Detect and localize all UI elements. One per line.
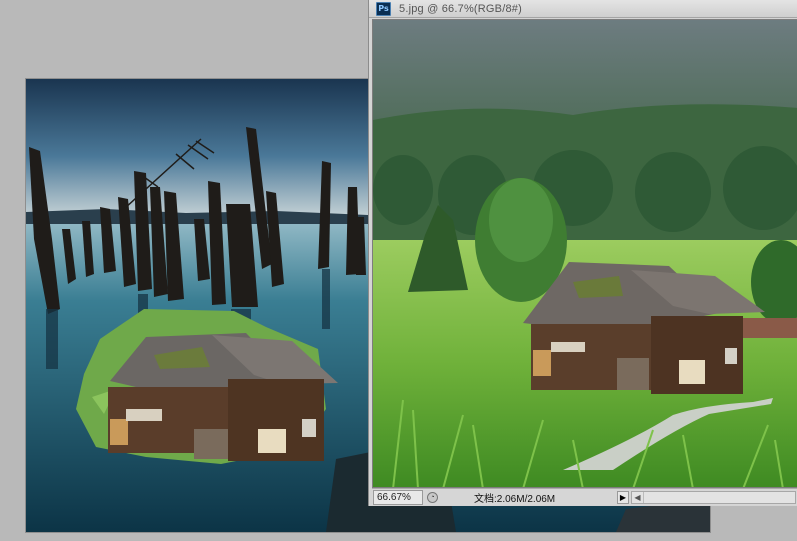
zoom-level-field[interactable]: 66.67%	[373, 489, 423, 505]
scroll-left-arrow-icon[interactable]: ◀	[632, 491, 644, 503]
photoshop-icon: Ps	[376, 1, 391, 16]
document-size-info: 文档:2.06M/2.06M	[474, 493, 556, 505]
document-window-5jpg[interactable]: Ps 5.jpg @ 66.7%(RGB/8#) 66.67% ◔ 文档:2.0…	[368, 0, 797, 506]
status-menu-arrow-icon[interactable]: ▶	[617, 490, 629, 504]
meadow-document-canvas[interactable]	[372, 19, 797, 488]
horizontal-scrollbar[interactable]: ◀	[631, 490, 796, 504]
document-statusbar: 66.67% ◔ 文档:2.06M/2.06M ▶ ◀	[372, 488, 797, 505]
document-status-icon[interactable]: ◔	[427, 491, 438, 503]
meadow-image	[373, 20, 797, 487]
document-titlebar[interactable]: Ps 5.jpg @ 66.7%(RGB/8#)	[369, 0, 797, 18]
workspace: Ps 5.jpg @ 66.7%(RGB/8#) 66.67% ◔ 文档:2.0…	[0, 0, 797, 541]
document-title: 5.jpg @ 66.7%(RGB/8#)	[399, 2, 522, 15]
